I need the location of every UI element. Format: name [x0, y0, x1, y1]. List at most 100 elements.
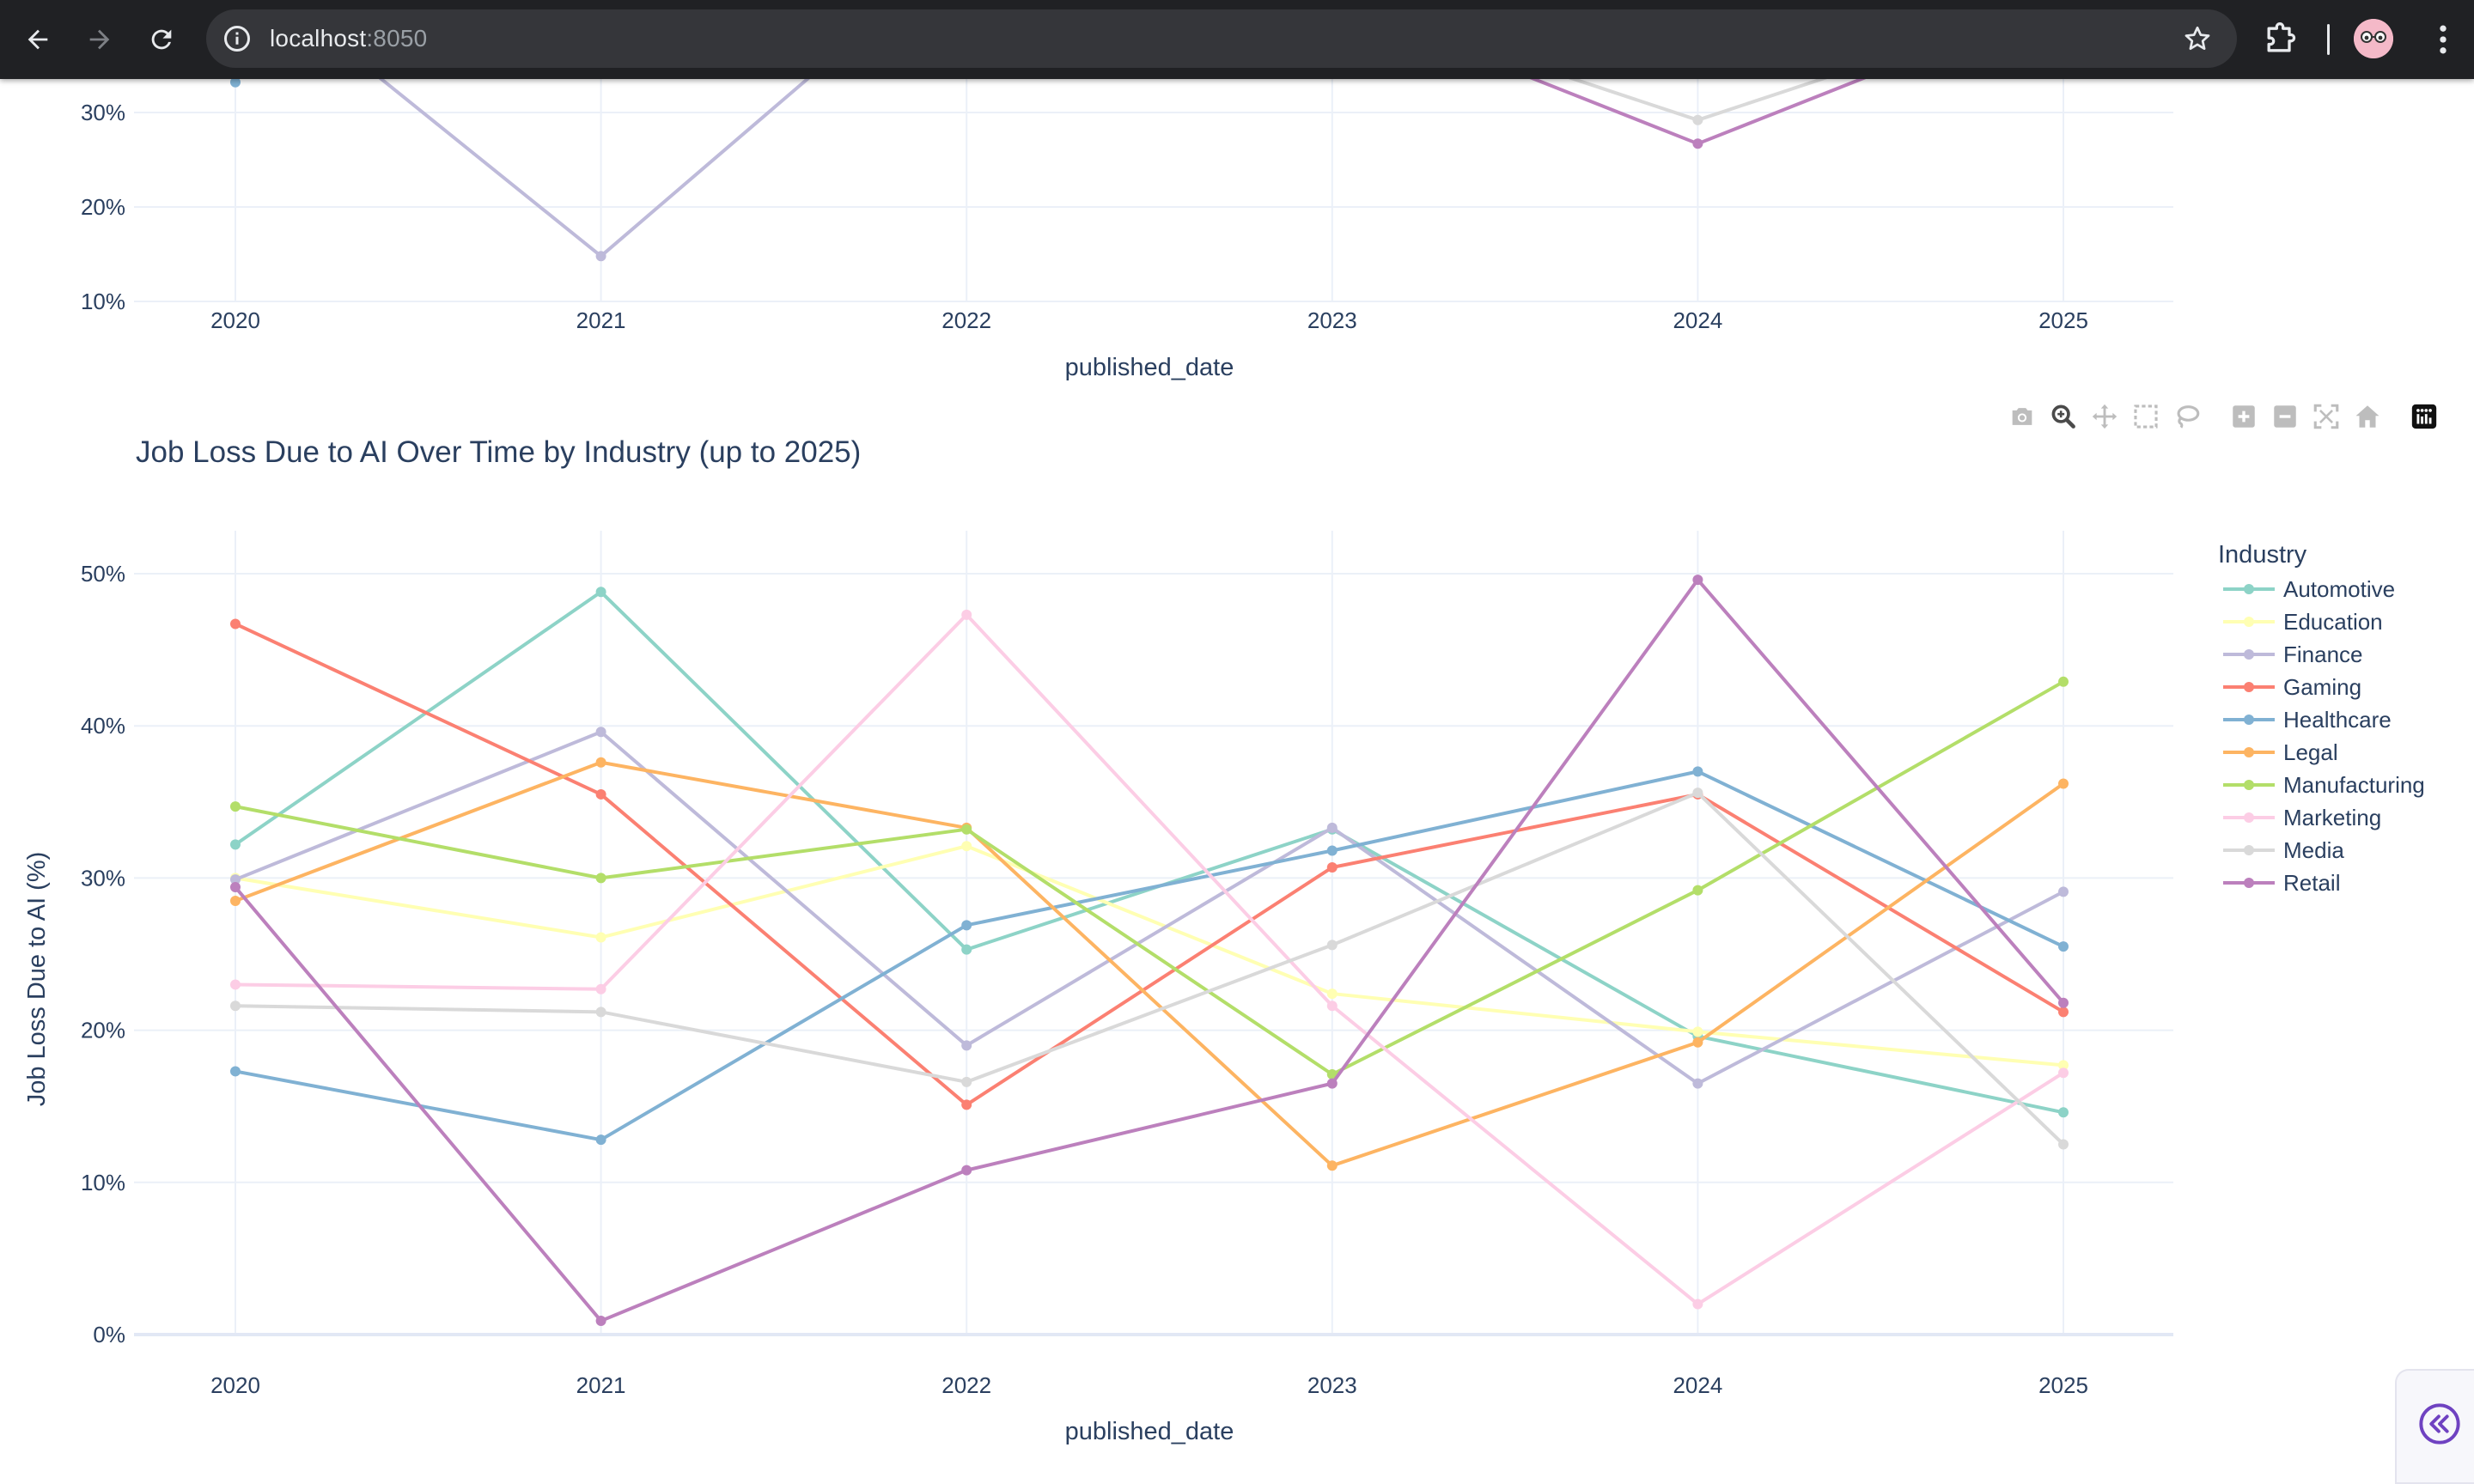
data-point-gaming[interactable] [1326, 861, 1338, 873]
data-point-finance[interactable] [1326, 822, 1338, 833]
data-point-marketing[interactable] [2058, 1067, 2069, 1079]
data-point-education[interactable] [1692, 1026, 1703, 1037]
series-line-healthcare[interactable] [235, 769, 2064, 1142]
top-data-point-retail[interactable] [1692, 138, 1703, 149]
data-point-healthcare[interactable] [230, 1066, 241, 1077]
data-point-education[interactable] [961, 841, 972, 852]
data-point-legal[interactable] [2058, 778, 2069, 789]
data-point-legal[interactable] [595, 757, 606, 768]
data-point-gaming[interactable] [230, 618, 241, 629]
series-education[interactable] [230, 841, 2069, 1071]
data-point-media[interactable] [1692, 788, 1703, 799]
address-bar[interactable]: localhost:8050 [206, 9, 2237, 68]
legend-item-gaming[interactable]: Gaming [2223, 674, 2361, 700]
data-point-manufacturing[interactable] [2058, 676, 2069, 687]
site-info-icon[interactable] [222, 23, 253, 54]
legend-item-legal[interactable]: Legal [2223, 739, 2338, 765]
series-finance[interactable] [230, 727, 2069, 1089]
lasso-select-button[interactable] [2166, 398, 2208, 435]
data-point-retail[interactable] [1326, 1078, 1338, 1089]
zoom-button[interactable] [2043, 398, 2084, 435]
data-point-legal[interactable] [1326, 1160, 1338, 1171]
legend-swatch-marker [2244, 747, 2254, 757]
pan-button[interactable] [2084, 398, 2125, 435]
data-point-healthcare[interactable] [1326, 845, 1338, 856]
data-point-manufacturing[interactable] [595, 873, 606, 884]
series-legal[interactable] [230, 757, 2069, 1171]
reload-button[interactable] [139, 17, 184, 62]
data-point-media[interactable] [230, 1000, 241, 1012]
reset-axes-button[interactable] [2347, 398, 2388, 435]
data-point-manufacturing[interactable] [961, 824, 972, 835]
data-point-healthcare[interactable] [2058, 941, 2069, 952]
download-png-button[interactable] [2002, 398, 2043, 435]
extensions-puzzle-icon[interactable] [2261, 21, 2299, 58]
data-point-manufacturing[interactable] [230, 801, 241, 812]
data-point-healthcare[interactable] [595, 1134, 606, 1146]
data-point-finance[interactable] [595, 727, 606, 738]
autoscale-button[interactable] [2306, 398, 2347, 435]
data-point-media[interactable] [1326, 940, 1338, 951]
bookmark-star-icon[interactable] [2182, 23, 2213, 54]
data-point-marketing[interactable] [1326, 1000, 1338, 1012]
legend-item-retail[interactable]: Retail [2223, 870, 2340, 896]
forward-button[interactable] [77, 17, 122, 62]
data-point-gaming[interactable] [2058, 1007, 2069, 1018]
data-point-finance[interactable] [1692, 1078, 1703, 1089]
data-point-education[interactable] [595, 932, 606, 943]
data-point-retail[interactable] [595, 1316, 606, 1327]
data-point-retail[interactable] [2058, 997, 2069, 1008]
series-line-legal[interactable] [235, 760, 2065, 1168]
data-point-healthcare[interactable] [961, 920, 972, 931]
legend-item-healthcare[interactable]: Healthcare [2223, 707, 2392, 733]
legend-item-media[interactable]: Media [2223, 837, 2344, 863]
data-point-finance[interactable] [961, 1040, 972, 1051]
data-point-finance[interactable] [2058, 886, 2069, 897]
legend-label: Marketing [2283, 805, 2381, 830]
series-line-media[interactable] [235, 791, 2065, 1146]
series-line-gaming[interactable] [235, 622, 2065, 1107]
zoom-out-button[interactable] [2264, 398, 2306, 435]
data-point-automotive[interactable] [2058, 1107, 2069, 1118]
profile-avatar[interactable] [2354, 19, 2393, 58]
series-marketing[interactable] [230, 609, 2069, 1310]
box-select-button[interactable] [2125, 398, 2166, 435]
url-text[interactable]: localhost:8050 [270, 9, 427, 68]
legend-item-education[interactable]: Education [2223, 609, 2383, 635]
data-point-automotive[interactable] [230, 839, 241, 850]
top-data-point-media[interactable] [1692, 114, 1703, 125]
legend-item-automotive[interactable]: Automotive [2223, 576, 2395, 602]
data-point-media[interactable] [961, 1076, 972, 1087]
series-healthcare[interactable] [230, 766, 2069, 1146]
data-point-retail[interactable] [1692, 575, 1703, 586]
series-media[interactable] [230, 788, 2069, 1150]
legend-item-finance[interactable]: Finance [2223, 642, 2363, 667]
data-point-retail[interactable] [230, 882, 241, 893]
data-point-automotive[interactable] [595, 587, 606, 598]
series-line-marketing[interactable] [235, 612, 2065, 1306]
data-point-media[interactable] [595, 1007, 606, 1018]
data-point-legal[interactable] [230, 895, 241, 906]
data-point-marketing[interactable] [1692, 1298, 1703, 1310]
data-point-marketing[interactable] [961, 609, 972, 620]
more-menu-icon[interactable] [2424, 21, 2462, 58]
data-point-legal[interactable] [1692, 1037, 1703, 1048]
back-button[interactable] [15, 17, 60, 62]
data-point-marketing[interactable] [595, 983, 606, 994]
plotly-logo-button[interactable] [2404, 398, 2445, 435]
side-panel-toggle[interactable] [2395, 1369, 2474, 1484]
legend-item-marketing[interactable]: Marketing [2223, 805, 2381, 830]
data-point-gaming[interactable] [595, 788, 606, 800]
data-point-media[interactable] [2058, 1139, 2069, 1150]
data-point-automotive[interactable] [961, 944, 972, 955]
data-point-gaming[interactable] [961, 1099, 972, 1110]
data-point-healthcare[interactable] [1692, 766, 1703, 777]
top-data-point-finance[interactable] [595, 251, 606, 262]
data-point-education[interactable] [1326, 988, 1338, 1000]
data-point-retail[interactable] [961, 1165, 972, 1176]
legend-item-manufacturing[interactable]: Manufacturing [2223, 772, 2425, 798]
data-point-marketing[interactable] [230, 979, 241, 990]
zoom-in-button[interactable] [2223, 398, 2264, 435]
series-gaming[interactable] [230, 618, 2069, 1110]
data-point-manufacturing[interactable] [1692, 885, 1703, 896]
